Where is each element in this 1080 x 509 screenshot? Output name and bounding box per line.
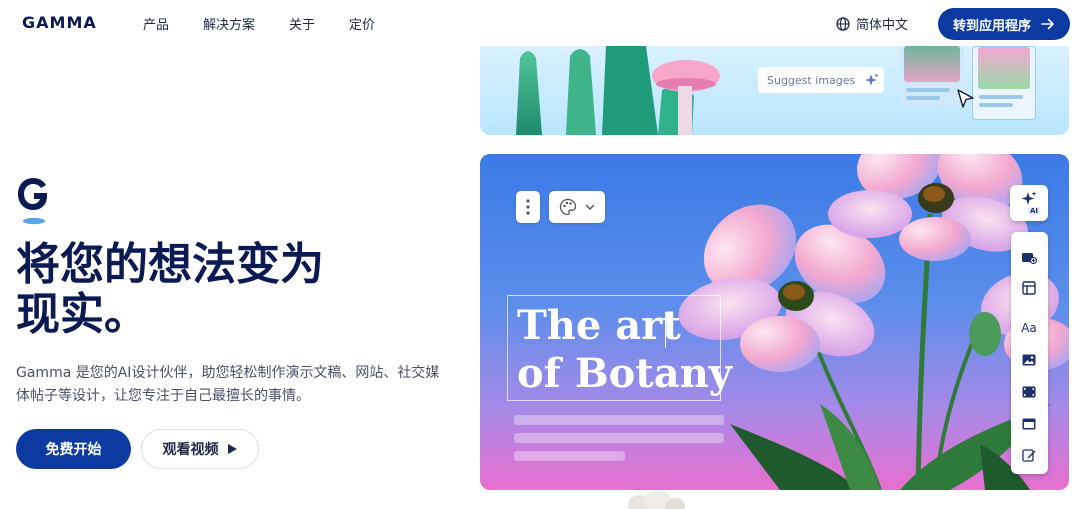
- suggest-images-button[interactable]: Suggest images: [758, 67, 884, 93]
- sparkle-icon: [1021, 191, 1037, 205]
- nav-link-about[interactable]: 关于: [289, 14, 315, 33]
- chevron-down-icon: [585, 204, 595, 210]
- video-icon: [1022, 386, 1036, 398]
- botany-preview-card: The art of Botany AI Aa: [480, 154, 1069, 490]
- gamma-mark-icon: [18, 178, 47, 225]
- cursor-icon: [957, 89, 974, 108]
- nav-link-product[interactable]: 产品: [143, 14, 169, 33]
- image-suggest-preview-card: Suggest images: [480, 46, 1069, 135]
- gamma-logo[interactable]: GAMMA: [22, 13, 97, 32]
- editor-toolbar: Aa: [1011, 232, 1048, 474]
- top-nav: GAMMA 产品 解决方案 关于 定价 简体中文 转到应用程序: [0, 0, 1080, 46]
- thumbnail-card[interactable]: [900, 46, 964, 106]
- font-button[interactable]: Aa: [1020, 320, 1038, 336]
- thumbnail-card[interactable]: [972, 46, 1036, 120]
- card-title[interactable]: The art of Botany: [517, 302, 737, 398]
- palette-icon: [559, 198, 577, 216]
- edit-button[interactable]: [1020, 447, 1038, 463]
- globe-icon: [836, 16, 850, 31]
- nav-link-pricing[interactable]: 定价: [349, 14, 375, 33]
- card-add-icon: [1022, 253, 1037, 264]
- insert-video-button[interactable]: [1020, 384, 1038, 400]
- watch-video-label: 观看视频: [162, 442, 219, 458]
- layout-icon: [1022, 281, 1036, 295]
- placeholder-text-line: [514, 451, 625, 461]
- hero-headline: 将您的想法变为 现实。: [16, 240, 396, 340]
- layout-button[interactable]: [1020, 280, 1038, 296]
- placeholder-text-line: [514, 415, 724, 425]
- embed-button[interactable]: [1020, 416, 1038, 432]
- play-icon: [227, 444, 237, 454]
- image-icon: [1022, 354, 1036, 366]
- hero-headline-line2: 现实。: [16, 289, 148, 340]
- card-title-line2: of Botany: [517, 350, 733, 397]
- go-to-app-label: 转到应用程序: [952, 18, 1031, 34]
- placeholder-text-line: [514, 433, 724, 443]
- language-selector[interactable]: 简体中文: [836, 14, 908, 33]
- edit-icon: [1022, 449, 1036, 462]
- arrow-right-icon: [1041, 18, 1054, 30]
- hero-headline-line1: 将您的想法变为: [16, 239, 324, 290]
- ai-badge: AI: [1028, 207, 1041, 215]
- hero-description: Gamma 是您的AI设计伙伴，助您轻松制作演示文稿、网站、社交媒体帖子等设计，…: [16, 365, 440, 404]
- start-free-button[interactable]: 免费开始: [16, 429, 131, 469]
- add-card-button[interactable]: [1020, 249, 1038, 265]
- more-vertical-icon: [526, 199, 530, 215]
- theme-palette-button[interactable]: [549, 191, 605, 223]
- embed-icon: [1022, 418, 1036, 430]
- ai-assist-button[interactable]: AI: [1010, 185, 1048, 221]
- suggested-thumbnails: [900, 46, 1040, 120]
- font-icon: Aa: [1021, 321, 1037, 335]
- insert-image-button[interactable]: [1020, 352, 1038, 368]
- watch-video-button[interactable]: 观看视频: [141, 429, 259, 469]
- suggest-images-label: Suggest images: [767, 73, 856, 87]
- more-options-button[interactable]: [516, 191, 540, 223]
- sparkle-icon: [865, 74, 878, 86]
- go-to-app-button[interactable]: 转到应用程序: [938, 8, 1070, 40]
- card-title-line1: The art: [517, 302, 681, 349]
- cactus-illustration: [516, 46, 720, 135]
- bottom-decoration: [628, 490, 685, 509]
- language-label: 简体中文: [856, 18, 909, 33]
- nav-link-solutions[interactable]: 解决方案: [203, 14, 255, 33]
